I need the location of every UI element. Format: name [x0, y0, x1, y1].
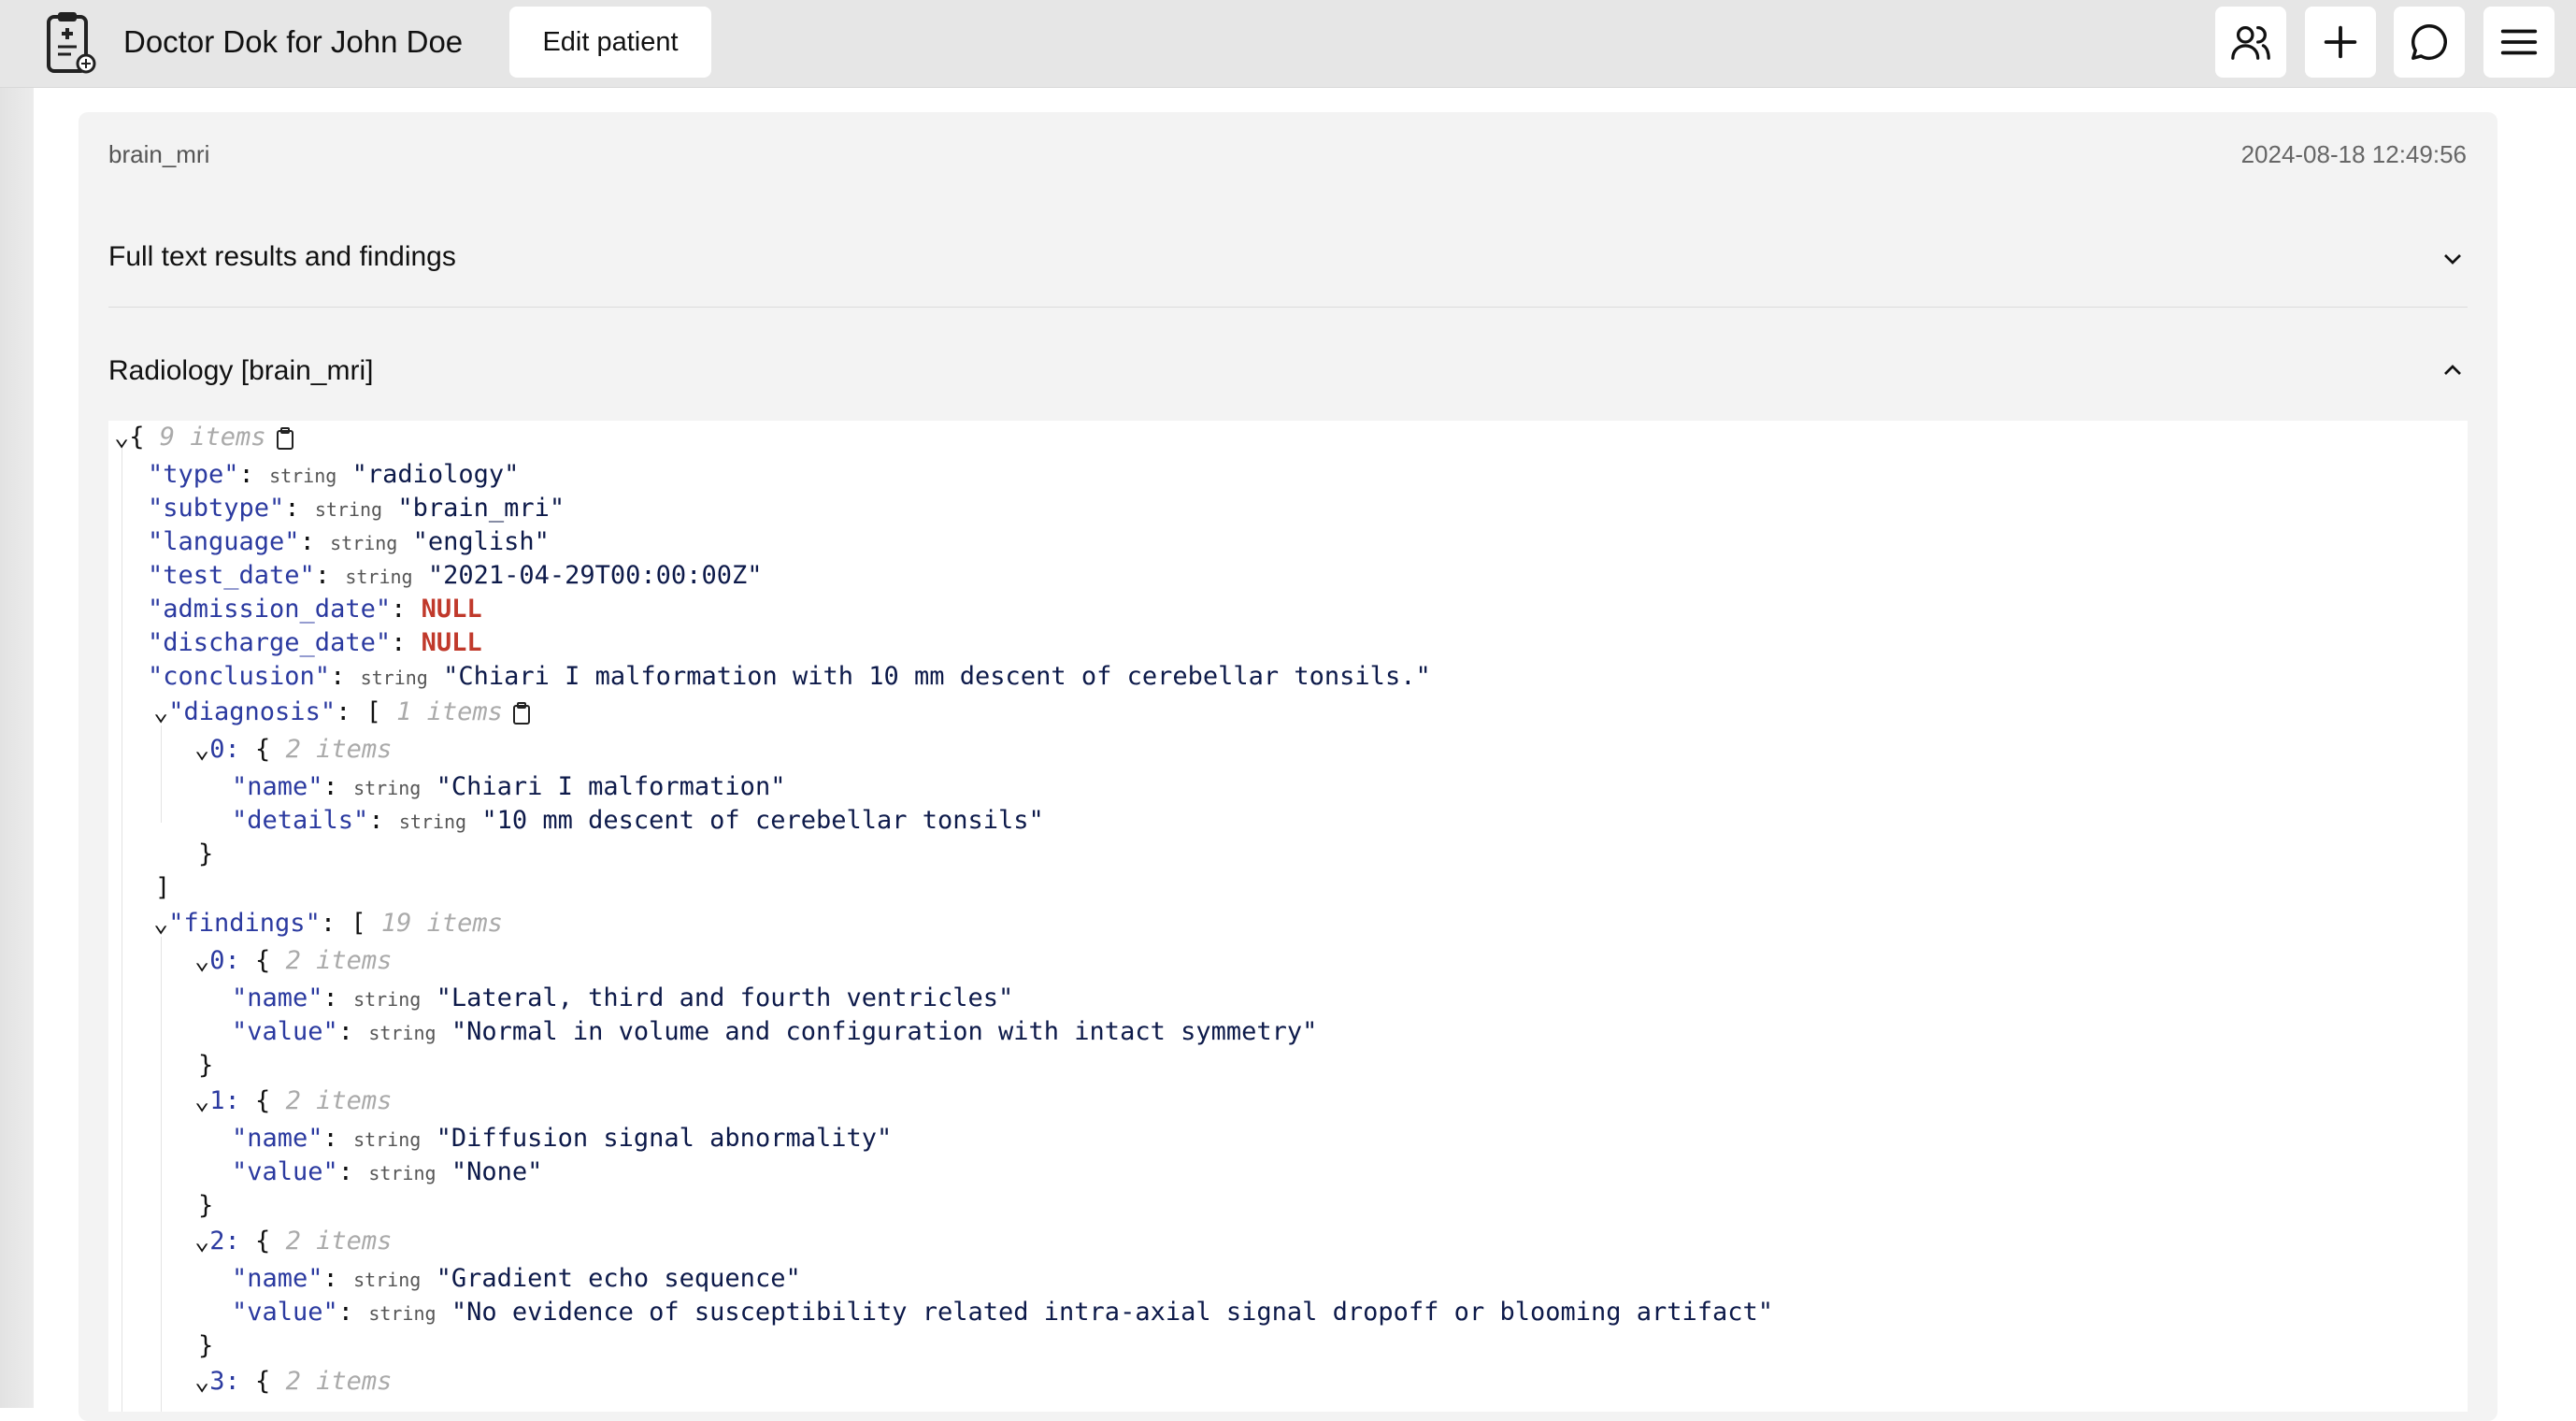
add-button[interactable] [2305, 7, 2376, 78]
json-line-f1-name: "name": string "Diffusion signal abnorma… [232, 1124, 893, 1153]
collapse-chevron-icon[interactable]: ⌄ [194, 1367, 209, 1396]
patients-button[interactable] [2215, 7, 2286, 78]
json-line-type: "type": string "radiology" [148, 460, 520, 489]
collapse-chevron-icon[interactable]: ⌄ [194, 946, 209, 975]
json-line-f2-value: "value": string "No evidence of suscepti… [232, 1298, 1774, 1327]
collapse-chevron-icon[interactable]: ⌄ [194, 1227, 209, 1256]
json-line-f0-value: "value": string "Normal in volume and co… [232, 1017, 1318, 1046]
clipboard-logo-icon [47, 12, 96, 74]
indent-guide [161, 937, 162, 1412]
json-line-conclusion: "conclusion": string "Chiari I malformat… [148, 662, 1431, 691]
section-divider [108, 307, 2468, 308]
json-line-f1-value: "value": string "None" [232, 1157, 543, 1186]
collapse-chevron-icon[interactable]: ⌄ [114, 423, 129, 452]
json-line-diag-details: "details": string "10 mm descent of cere… [232, 806, 1044, 835]
json-line-diagnosis[interactable]: ⌄"diagnosis": [ 1 items [153, 696, 533, 729]
json-viewer: ⌄{ 9 items "type": string "radiology" "s… [108, 421, 2468, 1412]
chat-icon [2411, 24, 2447, 60]
copy-icon[interactable] [274, 426, 296, 451]
json-line-findings-2[interactable]: ⌄2: { 2 items [194, 1225, 392, 1258]
json-close-brace: } [198, 1191, 214, 1220]
top-bar: Doctor Dok for John Doe Edit patient [0, 0, 2576, 88]
chevron-up-icon[interactable] [2438, 355, 2468, 385]
radiology-section-title[interactable]: Radiology [brain_mri] [108, 355, 373, 387]
json-line-f0-name: "name": string "Lateral, third and fourt… [232, 983, 1014, 1012]
json-line-language: "language": string "english" [148, 527, 550, 556]
json-line-findings[interactable]: ⌄"findings": [ 19 items [153, 907, 503, 940]
record-date: 2024-08-18 12:49:56 [2240, 140, 2467, 168]
json-line-subtype: "subtype": string "brain_mri" [148, 494, 565, 523]
json-close-brace: } [198, 840, 214, 868]
json-close-brace: } [198, 1331, 214, 1360]
json-root-line[interactable]: ⌄{ 9 items [114, 421, 296, 454]
collapse-chevron-icon[interactable]: ⌄ [194, 1086, 209, 1115]
json-line-findings-1[interactable]: ⌄1: { 2 items [194, 1084, 392, 1118]
indent-guide [161, 725, 162, 823]
collapse-chevron-icon[interactable]: ⌄ [194, 735, 209, 764]
chevron-down-icon[interactable] [2438, 244, 2468, 274]
chat-button[interactable] [2394, 7, 2465, 78]
collapse-chevron-icon[interactable]: ⌄ [153, 697, 168, 726]
json-line-diagnosis-0[interactable]: ⌄0: { 2 items [194, 733, 392, 767]
copy-icon[interactable] [510, 701, 533, 725]
json-line-diag-name: "name": string "Chiari I malformation" [232, 772, 786, 801]
json-line-discharge-date: "discharge_date": NULL [148, 628, 482, 657]
json-close-brace: } [198, 1051, 214, 1080]
json-close-bracket: ] [155, 873, 171, 902]
edit-patient-button[interactable]: Edit patient [509, 7, 711, 78]
users-icon [2231, 26, 2270, 60]
menu-icon [2500, 29, 2538, 55]
json-line-test-date: "test_date": string "2021-04-29T00:00:00… [148, 561, 763, 590]
json-line-findings-3[interactable]: ⌄3: { 2 items [194, 1365, 392, 1399]
left-gutter [0, 88, 34, 1408]
app-title: Doctor Dok for John Doe [123, 24, 464, 59]
json-line-admission-date: "admission_date": NULL [148, 595, 482, 624]
full-text-section-title[interactable]: Full text results and findings [108, 241, 456, 273]
collapse-chevron-icon[interactable]: ⌄ [153, 909, 168, 938]
menu-button[interactable] [2483, 7, 2555, 78]
plus-icon [2324, 25, 2357, 59]
record-file-name: brain_mri [108, 140, 210, 168]
json-line-f2-name: "name": string "Gradient echo sequence" [232, 1264, 801, 1293]
json-line-findings-0[interactable]: ⌄0: { 2 items [194, 944, 392, 978]
